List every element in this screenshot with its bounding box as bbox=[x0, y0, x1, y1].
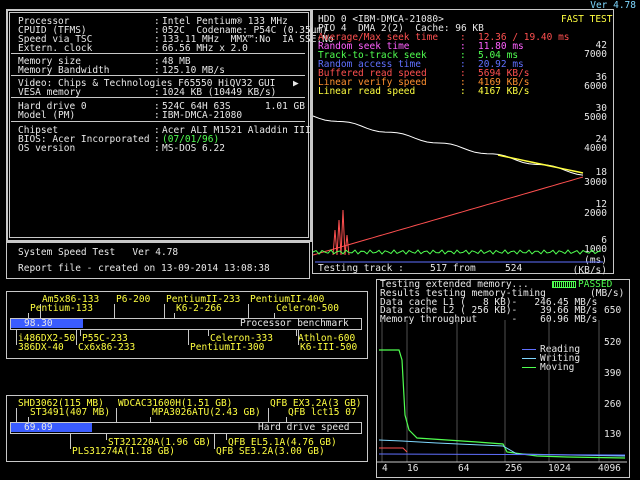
cpu-top-conn-1 bbox=[114, 304, 115, 318]
hdd-stat-value-6: 4167 KB/s bbox=[478, 86, 530, 97]
hdd-label: Hard drive speed bbox=[258, 422, 350, 433]
track-from: 517 from bbox=[430, 263, 476, 274]
mem-x-label-1: 16 bbox=[407, 463, 419, 474]
hdd-bottom-conn-2 bbox=[70, 433, 71, 449]
track-seek-noise bbox=[312, 249, 602, 255]
report-file-line: Report file - created on 13-09-2014 13:0… bbox=[18, 263, 270, 274]
cpu-bottom-conn-4 bbox=[16, 329, 17, 345]
hdd-axis-label-3: 6000 bbox=[584, 81, 607, 92]
hdd-score: 69.09 bbox=[24, 422, 53, 433]
hdd-bottom-name-2: PLS31274A(1.18 GB) bbox=[72, 446, 175, 457]
cpu-score: 98.30 bbox=[24, 318, 53, 329]
hdd-top-conn-0 bbox=[16, 408, 17, 422]
cpu-bottom-conn-1 bbox=[80, 329, 81, 336]
mem-y-label-0: 650 bbox=[604, 305, 622, 316]
cpu-bottom-name-6: PentiumII-300 bbox=[190, 342, 265, 353]
cpu-top-name-5: K6-2-266 bbox=[176, 303, 222, 314]
hdd-speed-graph bbox=[312, 115, 603, 263]
cpu-top-conn-5 bbox=[174, 313, 175, 318]
cpu-bottom-conn-5 bbox=[76, 329, 77, 345]
divider bbox=[11, 97, 305, 98]
cpu-bottom-conn-6 bbox=[188, 329, 189, 345]
linear-verify-line bbox=[497, 154, 584, 174]
cpu-label: Processor benchmark bbox=[240, 318, 349, 329]
cpu-top-name-1: P6-200 bbox=[116, 294, 151, 305]
cpu-bottom-name-5: Cx6x86-233 bbox=[78, 342, 136, 353]
cpu-top-name-4: Pentium-133 bbox=[30, 303, 93, 314]
reading-line bbox=[378, 453, 626, 456]
chipset-row-2-key: OS version bbox=[18, 143, 76, 154]
cpu-top-conn-6 bbox=[274, 313, 275, 318]
hdd-row-1-key: Model (PM) bbox=[18, 110, 76, 121]
seek-line bbox=[312, 176, 584, 256]
hdd-top-conn-1 bbox=[116, 408, 117, 422]
track-total: 524 bbox=[505, 263, 523, 274]
hdd-top-conn-5 bbox=[286, 417, 287, 422]
hdd-top-name-4: MPA3026ATU(2.43 GB) bbox=[152, 407, 261, 418]
cpu-top-conn-3 bbox=[248, 304, 249, 318]
hdd-top-conn-4 bbox=[150, 417, 151, 422]
hdd-bottom-conn-0 bbox=[106, 433, 107, 440]
hdd-row-1-value: IBM-DMCA-21080 bbox=[162, 110, 243, 121]
hdd-stat-sep-6: : bbox=[460, 86, 466, 97]
hdd-top-name-5: QFB lct15 07 bbox=[288, 407, 357, 418]
speed-test-title: System Speed Test Ver 4.78 bbox=[18, 247, 179, 258]
divider bbox=[11, 75, 305, 76]
hdd-bottom-conn-1 bbox=[226, 433, 227, 440]
hdd-bottom-conn-3 bbox=[214, 433, 215, 449]
memory-timing-graph bbox=[377, 320, 627, 463]
hdd-bottom-name-3: QFB SE3.2A(3.00 GB) bbox=[216, 446, 325, 457]
hdd-stat-label-6: Linear read speed bbox=[318, 86, 416, 97]
cpu-bottom-name-4: 386DX-40 bbox=[18, 342, 64, 353]
cpu-top-name-6: Celeron-500 bbox=[276, 303, 339, 314]
memory-progress-bar bbox=[552, 281, 576, 288]
divider bbox=[11, 53, 305, 54]
cpu-bottom-conn-7 bbox=[298, 329, 299, 345]
writing-line bbox=[378, 439, 626, 457]
hdd-axis-label-1: 7000 bbox=[584, 49, 607, 60]
cpu-bottom-name-7: K6-III-500 bbox=[300, 342, 358, 353]
testing-track-label: Testing track : bbox=[318, 263, 404, 274]
mem-x-label-0: 4 bbox=[382, 463, 388, 474]
cpu-top-conn-4 bbox=[28, 313, 29, 318]
mem-x-label-2: 64 bbox=[458, 463, 470, 474]
hdd-top-conn-2 bbox=[268, 408, 269, 422]
chipset-row-2-value: MS-DOS 6.22 bbox=[162, 143, 225, 154]
hdd-row-1-sep: : bbox=[154, 110, 160, 121]
hdd-top-name-3: ST3491(407 MB) bbox=[30, 407, 111, 418]
mem-x-label-5: 4096 bbox=[598, 463, 621, 474]
hdd-top-conn-3 bbox=[28, 417, 29, 422]
linear-read-line bbox=[312, 115, 584, 176]
divider bbox=[11, 121, 305, 122]
cpu-bottom-conn-3 bbox=[296, 329, 297, 336]
cpu-top-conn-2 bbox=[164, 304, 165, 318]
mem-x-label-3: 256 bbox=[505, 463, 523, 474]
chipset-row-2-sep: : bbox=[154, 143, 160, 154]
cpu-bottom-conn-2 bbox=[208, 329, 209, 336]
fast-test-label: FAST TEST bbox=[561, 14, 613, 25]
arrow-right-icon: ▶ bbox=[293, 78, 299, 89]
mem-x-label-4: 1024 bbox=[548, 463, 571, 474]
